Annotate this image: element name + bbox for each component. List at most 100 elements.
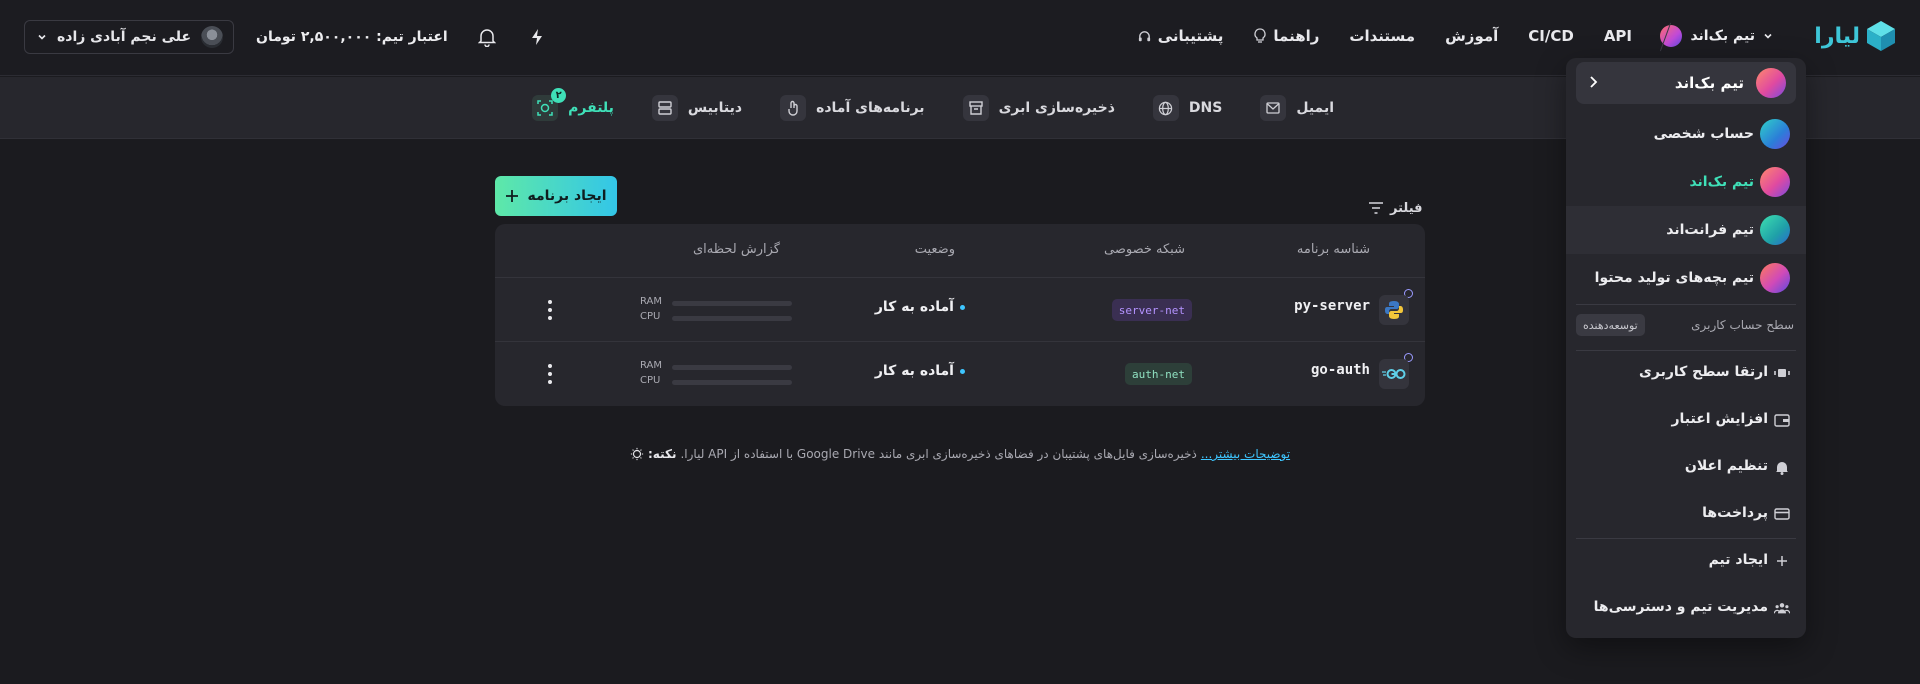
apps-table: شناسه برنامه شبکه خصوصی وضعیت گزارش لحظه… <box>495 224 1425 406</box>
upgrade-level-item[interactable]: ارتقا سطح کاربری <box>1566 350 1806 394</box>
create-team-item[interactable]: ایجاد تیم <box>1566 538 1806 582</box>
nav-api[interactable]: API <box>1604 27 1632 45</box>
quick-actions-button[interactable] <box>526 26 548 48</box>
go-icon <box>1382 369 1406 379</box>
user-avatar <box>201 26 224 48</box>
tab-object-storage[interactable]: ذخیره‌سازی ابری <box>962 95 1115 121</box>
database-icon <box>658 101 672 115</box>
row-menu-button[interactable] <box>543 298 557 322</box>
nav-learn[interactable]: آموزش <box>1445 27 1498 45</box>
team-avatar <box>1760 167 1790 197</box>
tip-label: نکته: <box>648 447 677 461</box>
manage-team-item[interactable]: مدیریت تیم و دسترسی‌ها <box>1566 585 1806 629</box>
main-nav: پشتیبانی راهنما مستندات آموزش CI/CD API <box>1137 22 1632 50</box>
team-avatar <box>1756 68 1786 98</box>
chevron-right-icon <box>1590 76 1598 88</box>
tab-platform[interactable]: ۲ پلتفرم <box>532 88 614 121</box>
tip-banner: نکته: ذخیره‌سازی فایل‌های پشتیبان در فضا… <box>630 444 1320 464</box>
row-menu-button[interactable] <box>543 362 557 386</box>
team-option[interactable]: تیم بچه‌های تولید محتوا <box>1566 254 1806 302</box>
mail-icon <box>1266 102 1280 114</box>
table-header: شناسه برنامه شبکه خصوصی وضعیت گزارش لحظه… <box>495 224 1425 278</box>
nav-support[interactable]: پشتیبانی <box>1137 27 1223 45</box>
platform-icon <box>537 100 553 116</box>
table-row[interactable]: go-auth auth-net آماده به کار RAM CPU <box>495 342 1425 406</box>
status-indicator: آماده به کار <box>875 363 965 379</box>
product-tabs: ۲ پلتفرم دیتابیس برنامه‌های آماده ذخیره‌… <box>532 88 1334 123</box>
header-app-id: شناسه برنامه <box>1296 242 1370 257</box>
filter-icon <box>1369 202 1383 214</box>
notifications-button[interactable] <box>476 26 498 48</box>
app-name[interactable]: go-auth <box>1311 362 1370 378</box>
tab-email[interactable]: ایمیل <box>1260 95 1334 121</box>
usage-meters: RAM CPU <box>640 296 792 326</box>
chevron-down-icon <box>38 34 46 40</box>
dropdown-current-team[interactable]: تیم بک‌اند <box>1576 62 1796 104</box>
account-level-badge: توسعه‌دهنده <box>1576 314 1645 336</box>
tip-more-link[interactable]: توضیحات بیشتر... <box>1201 447 1290 461</box>
tip-text: ذخیره‌سازی فایل‌های پشتیبان در فضاهای ذخ… <box>680 447 1197 461</box>
nav-guide[interactable]: راهنما <box>1253 27 1319 45</box>
users-icon <box>1774 603 1790 614</box>
archive-icon <box>968 101 983 115</box>
team-dropdown: تیم بک‌اند حساب شخصی تیم بک‌اند تیم فران… <box>1566 58 1806 638</box>
team-switcher-label: تیم بک‌اند <box>1690 28 1755 44</box>
team-credit: اعتبار تیم: ۲,۵۰۰,۰۰۰ تومان <box>256 29 448 45</box>
header-status: وضعیت <box>914 242 955 257</box>
ram-bar <box>672 301 792 306</box>
header-private-network: شبکه خصوصی <box>1104 242 1185 257</box>
user-menu-button[interactable]: علی نجم آبادی زاده <box>24 20 235 54</box>
lightbulb-icon <box>630 447 644 461</box>
dropdown-divider <box>1576 304 1796 305</box>
team-avatar <box>1660 25 1683 47</box>
upgrade-icon <box>1774 369 1790 377</box>
bell-icon <box>477 29 496 47</box>
cube-icon <box>1866 20 1896 52</box>
notification-settings-item[interactable]: تنظیم اعلان <box>1566 444 1806 488</box>
card-icon <box>1774 508 1790 520</box>
lightning-icon <box>531 29 542 45</box>
lightbulb-icon <box>1254 28 1267 43</box>
payments-item[interactable]: پرداخت‌ها <box>1566 491 1806 535</box>
cpu-bar <box>672 316 792 321</box>
logo-text: لیارا <box>1814 23 1861 49</box>
cpu-bar <box>672 380 792 385</box>
status-dot <box>960 368 965 374</box>
tab-database[interactable]: دیتابیس <box>651 95 742 121</box>
team-option[interactable]: تیم بک‌اند <box>1566 158 1806 206</box>
liara-logo[interactable]: لیارا <box>1814 18 1896 54</box>
tab-dns[interactable]: DNS <box>1152 95 1222 121</box>
oneclick-apps-icon <box>788 100 798 116</box>
table-row[interactable]: py-server server-net آماده به کار RAM CP… <box>495 278 1425 342</box>
nav-cicd[interactable]: CI/CD <box>1528 27 1574 45</box>
team-avatar <box>1760 215 1790 245</box>
chevron-down-icon <box>1764 33 1772 39</box>
filter-button[interactable]: فیلتر <box>1368 198 1423 218</box>
increase-credit-item[interactable]: افزایش اعتبار <box>1566 397 1806 441</box>
python-icon <box>1385 301 1403 319</box>
plus-icon <box>506 190 519 202</box>
network-badge: server-net <box>1111 299 1192 321</box>
account-level: سطح حساب کاربری توسعه‌دهنده <box>1566 310 1806 340</box>
team-avatar <box>1760 263 1790 293</box>
app-name[interactable]: py-server <box>1294 298 1370 314</box>
tab-oneclick-apps[interactable]: برنامه‌های آماده <box>780 95 925 121</box>
wallet-icon <box>1774 414 1790 427</box>
bell-icon <box>1776 461 1788 475</box>
globe-icon <box>1159 101 1173 115</box>
create-app-button[interactable]: ایجاد برنامه <box>495 176 617 216</box>
team-avatar <box>1760 119 1790 149</box>
platform-count-badge: ۲ <box>551 88 567 103</box>
headset-icon <box>1138 30 1150 41</box>
header-live-report: گزارش لحظه‌ای <box>692 242 780 257</box>
team-option[interactable]: تیم فرانت‌اند <box>1566 206 1806 254</box>
nav-docs[interactable]: مستندات <box>1349 27 1415 45</box>
team-option[interactable]: حساب شخصی <box>1566 110 1806 158</box>
plus-icon <box>1777 556 1787 566</box>
user-name: علی نجم آبادی زاده <box>57 29 192 45</box>
status-dot <box>960 304 965 310</box>
usage-meters: RAM CPU <box>640 360 792 390</box>
ram-bar <box>672 365 792 370</box>
header-left-group: علی نجم آبادی زاده اعتبار تیم: ۲,۵۰۰,۰۰۰… <box>24 20 548 54</box>
team-switcher[interactable]: تیم بک‌اند <box>1660 22 1773 50</box>
